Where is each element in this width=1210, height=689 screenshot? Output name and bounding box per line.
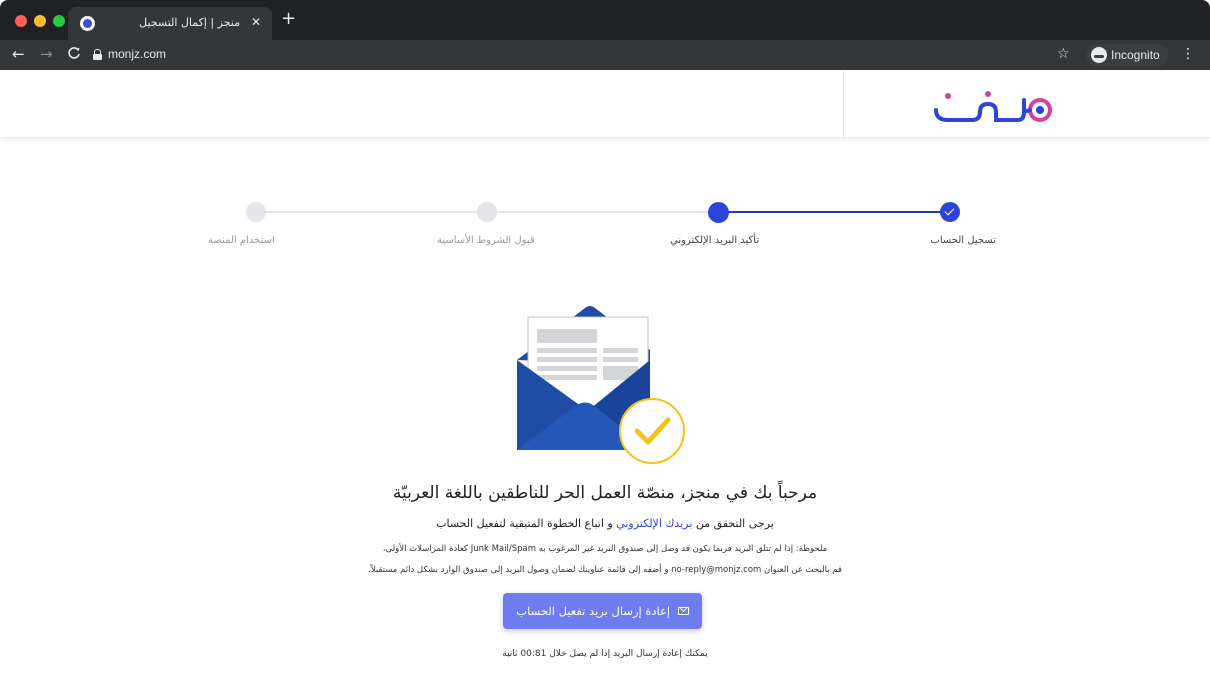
step-label-use-platform: استخدام المنصة <box>208 235 275 246</box>
envelope-check-icon <box>517 306 685 464</box>
resend-activation-button[interactable]: إعادة إرسال بريد تفعيل الحساب <box>503 593 702 629</box>
site-header <box>0 70 1210 138</box>
monjz-logo[interactable] <box>928 80 1058 126</box>
back-icon[interactable]: ← <box>12 46 25 63</box>
spam-note-line2: قم بالبحث عن العنوان no-reply@monjz.com … <box>368 565 842 575</box>
step-label-confirm-email: تأكيد البريد الإلكتروني <box>670 235 760 246</box>
instruction-text-end: و اتباع الخطوة المتبقية لتفعيل الحساب <box>436 517 617 530</box>
new-tab-button[interactable]: + <box>281 10 296 28</box>
tab-close-icon[interactable]: ✕ <box>251 15 261 29</box>
mail-icon <box>677 606 689 615</box>
instruction-text-start: يرجى التحقق من <box>692 517 774 530</box>
header-divider <box>843 70 844 138</box>
browser-window: منجز | إكمال التسجيل ✕ + ← → monjz.com ☆… <box>0 0 1210 689</box>
incognito-badge[interactable]: Incognito <box>1086 44 1169 66</box>
favicon-icon <box>80 16 95 31</box>
welcome-heading: مرحباً بك في منجز، منصّة العمل الحر للنا… <box>392 483 818 503</box>
browser-toolbar: ← → monjz.com ☆ Incognito ⋮ <box>0 40 1210 70</box>
step-dot-confirm-email <box>708 202 729 223</box>
verify-instruction: يرجى التحقق من بريدك الإلكتروني و اتباع … <box>205 517 1005 530</box>
resend-timer-text: يمكنك إعادة إرسال البريد إذا لم يصل خلال… <box>502 649 708 659</box>
spam-note-line1: ملحوظة: إذا لم تتلق البريد فربما يكون قد… <box>382 544 828 554</box>
resend-button-label: إعادة إرسال بريد تفعيل الحساب <box>516 604 671 618</box>
stepper-progress <box>718 211 952 213</box>
reload-icon[interactable] <box>67 46 81 64</box>
incognito-icon <box>1091 47 1107 63</box>
step-dot-register-done <box>940 202 960 222</box>
step-label-register: تسجيل الحساب <box>930 235 996 246</box>
minimize-window-button[interactable] <box>34 15 46 27</box>
close-window-button[interactable] <box>15 15 27 27</box>
step-dot-accept-terms <box>477 202 497 222</box>
bookmark-star-icon[interactable]: ☆ <box>1057 46 1070 62</box>
registration-stepper: تسجيل الحساب تأكيد البريد الإلكتروني قبو… <box>190 195 1010 255</box>
lock-icon[interactable] <box>93 49 102 60</box>
browser-menu-icon[interactable]: ⋮ <box>1181 45 1195 63</box>
step-label-accept-terms: قبول الشروط الأساسية <box>437 235 535 246</box>
step-dot-use-platform <box>246 202 266 222</box>
tab-bar: منجز | إكمال التسجيل ✕ + <box>0 0 1210 40</box>
incognito-label: Incognito <box>1111 48 1160 62</box>
email-link[interactable]: بريدك الإلكتروني <box>616 517 692 530</box>
browser-tab[interactable]: منجز | إكمال التسجيل ✕ <box>68 7 272 40</box>
tab-title: منجز | إكمال التسجيل <box>139 16 240 29</box>
maximize-window-button[interactable] <box>53 15 65 27</box>
address-bar[interactable]: monjz.com <box>108 47 166 61</box>
forward-icon[interactable]: → <box>40 46 53 63</box>
